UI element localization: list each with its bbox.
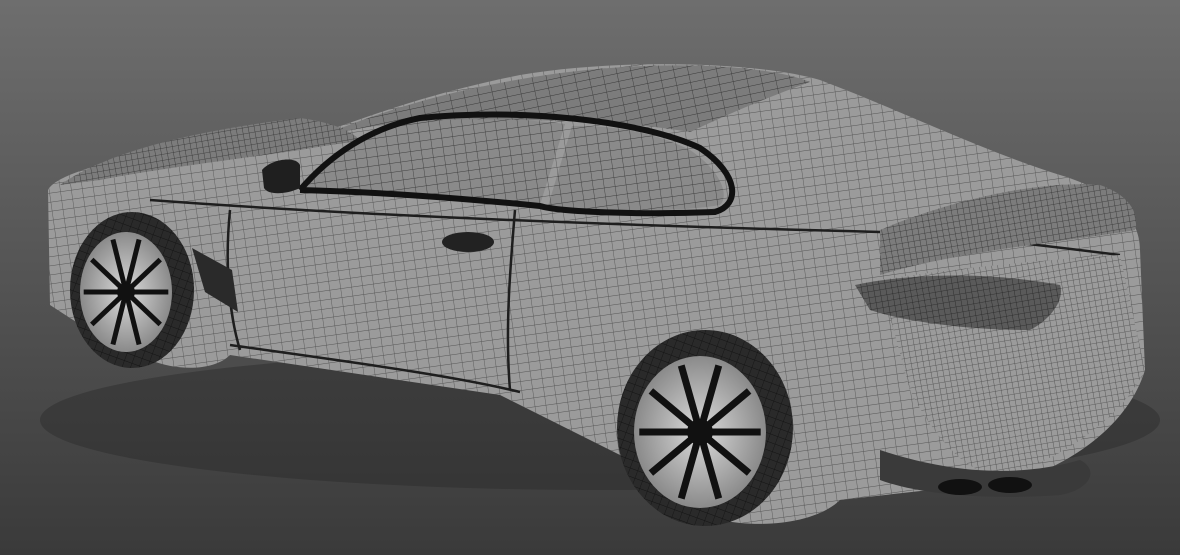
exhaust-right [988,477,1032,493]
wireframe-car-render [0,0,1180,555]
exhaust-left [938,479,982,495]
3d-viewport[interactable] [0,0,1180,555]
front-wheel [70,212,194,368]
rear-wheel [617,330,793,526]
door-handle [442,232,494,252]
